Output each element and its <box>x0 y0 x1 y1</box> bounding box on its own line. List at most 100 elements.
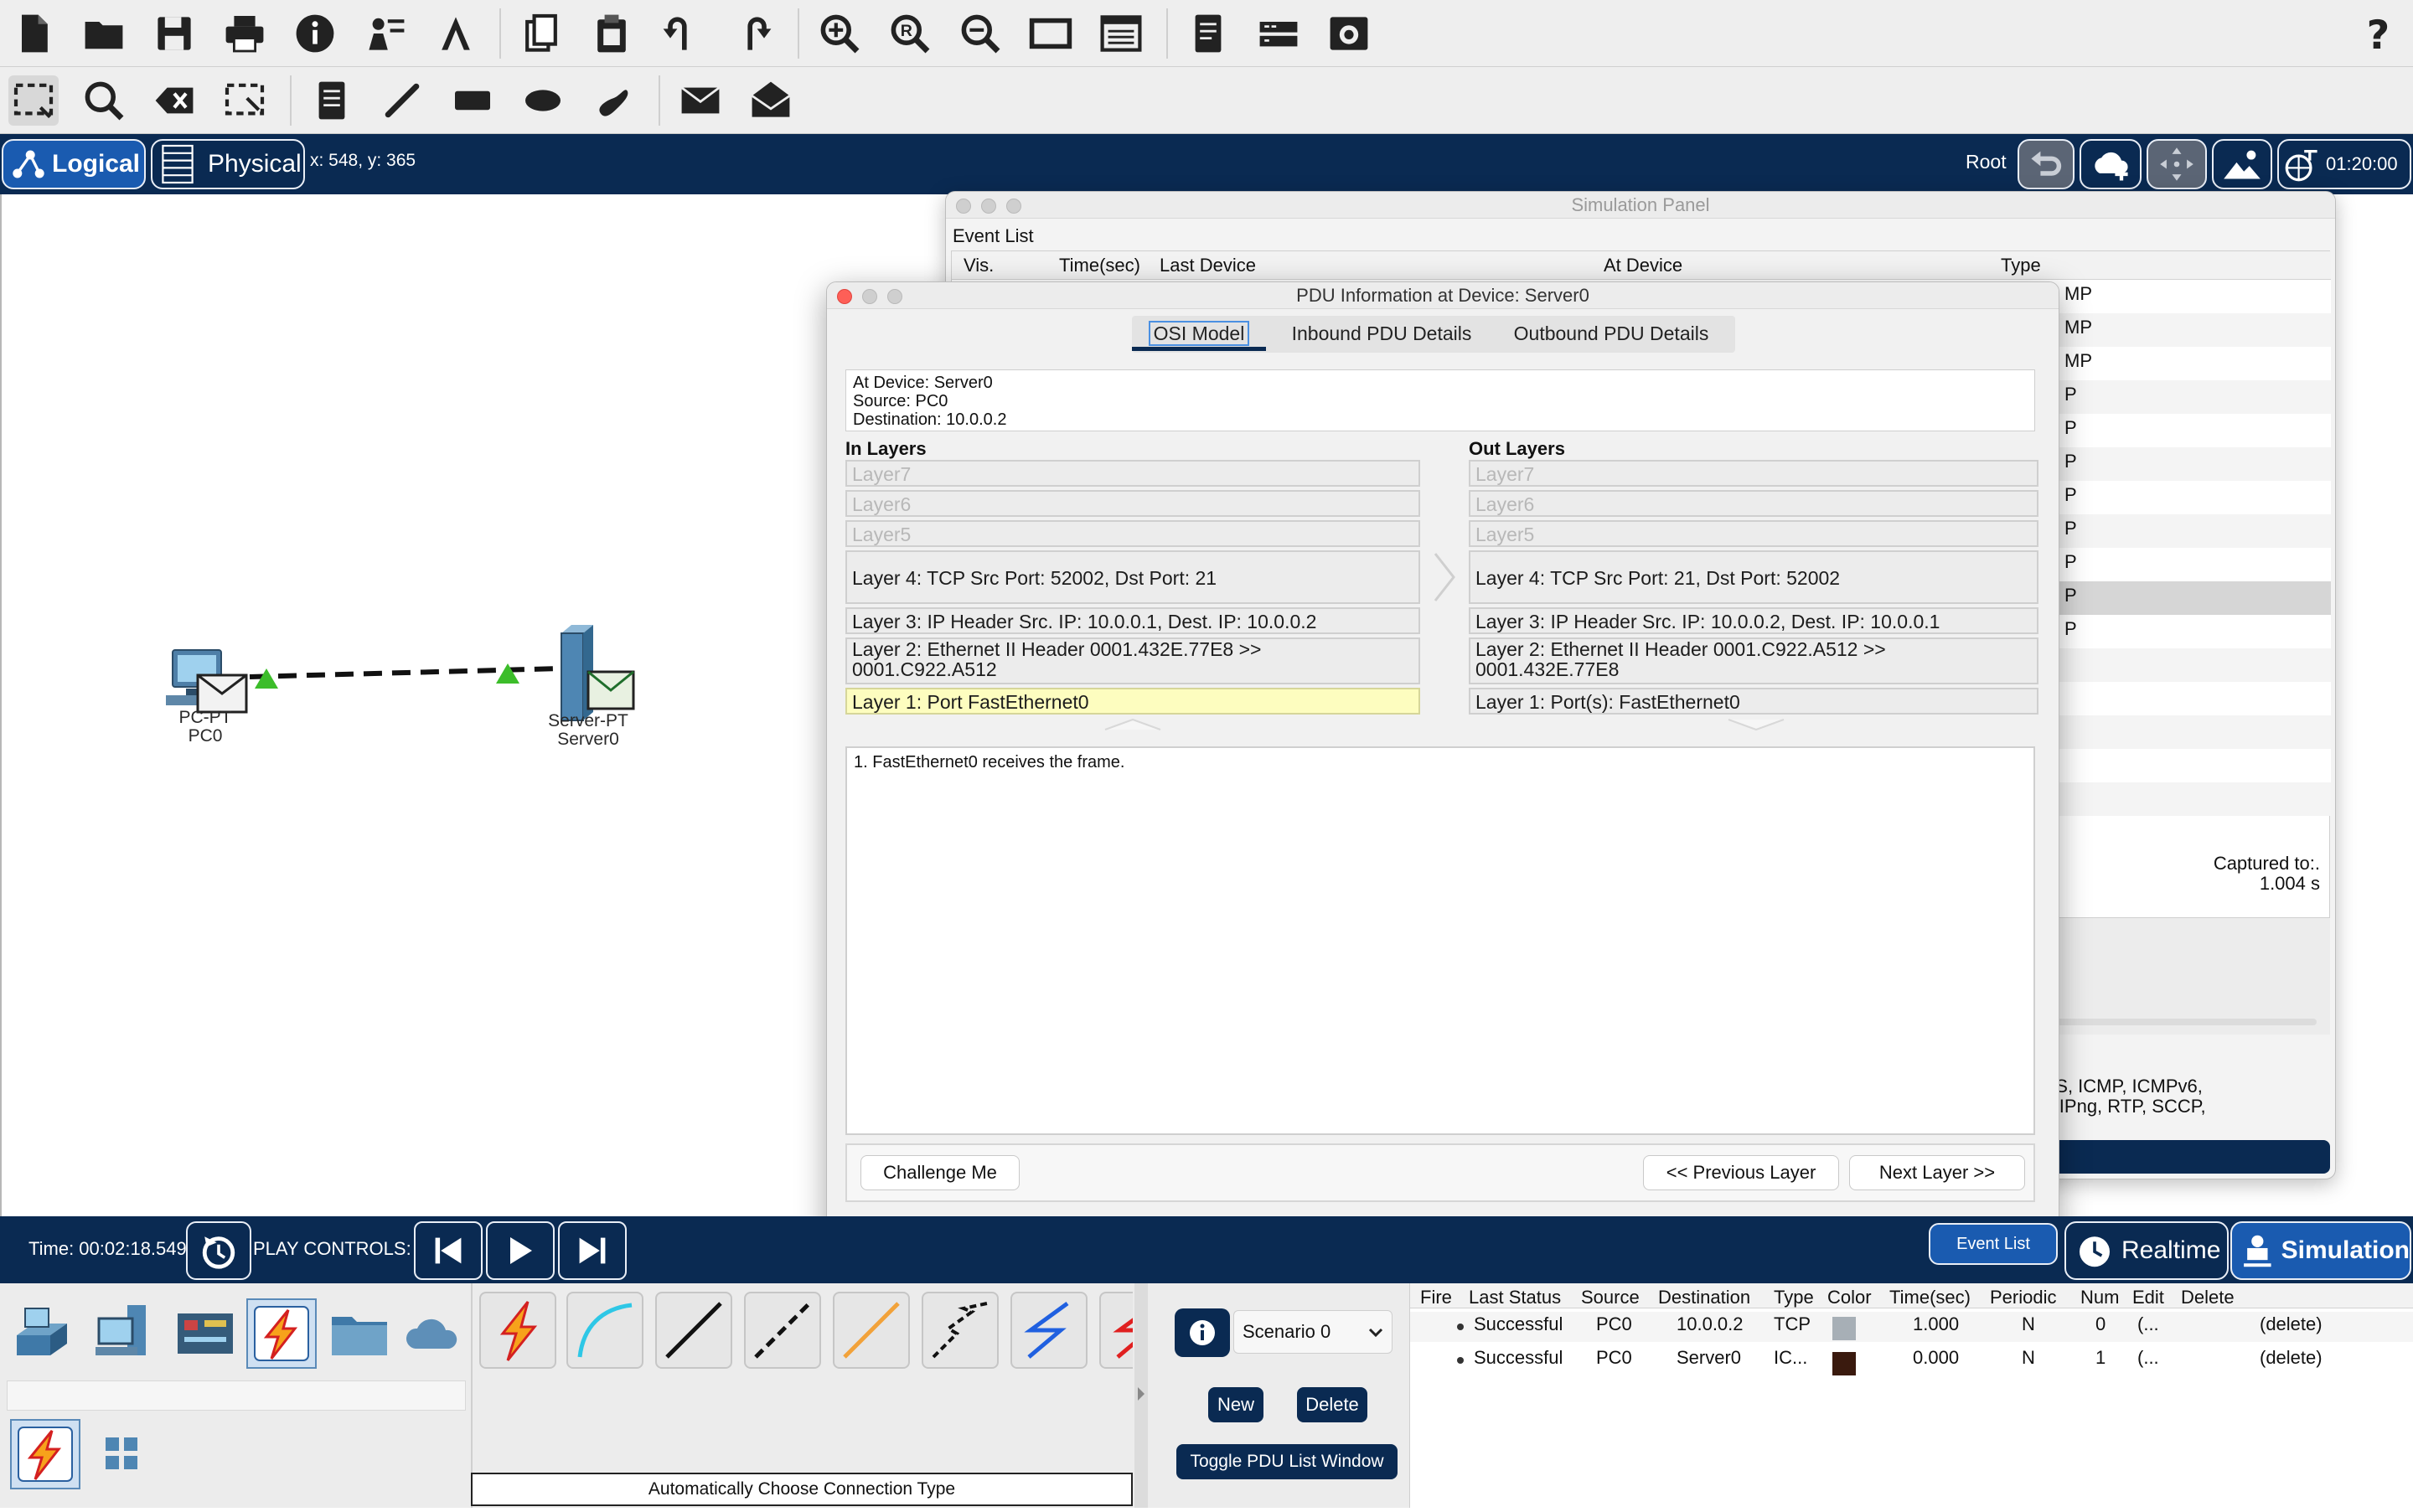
set-background-button[interactable] <box>2212 139 2272 189</box>
pdu-list-row[interactable]: Successful PC0 10.0.0.2 TCP 1.000 N 0 (.… <box>1410 1312 2413 1342</box>
pdu-list-row[interactable]: Successful PC0 Server0 IC... 0.000 N 1 (… <box>1410 1344 2413 1377</box>
out-layer-1[interactable]: Layer 1: Port(s): FastEthernet0 <box>1469 688 2038 715</box>
step-back-button[interactable] <box>414 1221 483 1280</box>
crossover-cable-button[interactable] <box>744 1292 821 1369</box>
straight-through-cable-button[interactable] <box>655 1292 732 1369</box>
draw-ellipse-icon[interactable] <box>518 75 568 126</box>
select-icon[interactable] <box>8 75 59 126</box>
col-source[interactable]: Source <box>1581 1287 1640 1308</box>
freeform-icon[interactable] <box>588 75 638 126</box>
drawing-palette-icon[interactable] <box>1026 8 1076 59</box>
in-layer-5[interactable]: Layer5 <box>845 520 1420 547</box>
zoom-reset-icon[interactable]: R <box>885 8 935 59</box>
col-last-device[interactable]: Last Device <box>1160 255 1256 276</box>
activity-wizard-icon[interactable] <box>360 8 411 59</box>
zoom-in-icon[interactable] <box>814 8 865 59</box>
col-time[interactable]: Time(sec) <box>1889 1287 1971 1308</box>
draw-line-icon[interactable] <box>377 75 427 126</box>
col-type[interactable]: Type <box>2001 255 2041 276</box>
console-cable-button[interactable] <box>566 1292 643 1369</box>
col-color[interactable]: Color <box>1827 1287 1872 1308</box>
close-icon[interactable] <box>956 199 971 214</box>
scenario-select[interactable]: Scenario 0 <box>1233 1310 1393 1354</box>
zoom-icon[interactable] <box>1006 199 1021 214</box>
clock-button[interactable]: 01:20:00 <box>2277 139 2411 189</box>
out-layer-3[interactable]: Layer 3: IP Header Src. IP: 10.0.0.2, De… <box>1469 607 2038 634</box>
back-button[interactable] <box>2018 139 2075 189</box>
end-devices-category[interactable] <box>94 1302 156 1365</box>
paste-icon[interactable] <box>586 8 637 59</box>
auto-connection-button[interactable] <box>479 1292 556 1369</box>
pdu-delete-link[interactable]: (delete) <box>2260 1347 2323 1369</box>
col-destination[interactable]: Destination <box>1658 1287 1750 1308</box>
zoom-icon[interactable] <box>887 289 902 304</box>
out-layer-6[interactable]: Layer6 <box>1469 490 2038 517</box>
resize-shape-icon[interactable] <box>220 75 270 126</box>
col-vis[interactable]: Vis. <box>964 255 994 276</box>
inspect-icon[interactable] <box>79 75 129 126</box>
simulation-panel-titlebar[interactable]: Simulation Panel <box>946 192 2335 219</box>
out-layer-4[interactable]: Layer 4: TCP Src Port: 21, Dst Port: 520… <box>1469 550 2038 604</box>
custom-device-dialog-icon[interactable] <box>1096 8 1146 59</box>
col-time[interactable]: Time(sec) <box>1059 255 1140 276</box>
redo-icon[interactable] <box>727 8 778 59</box>
reset-time-button[interactable] <box>186 1221 251 1280</box>
fiber-cable-button[interactable] <box>833 1292 910 1369</box>
copy-icon[interactable] <box>516 8 566 59</box>
grid-view-icon[interactable] <box>99 1431 144 1476</box>
previous-layer-button[interactable]: << Previous Layer <box>1643 1155 1839 1190</box>
physical-mode-button[interactable]: Physical <box>151 139 305 189</box>
in-layer-7[interactable]: Layer7 <box>845 460 1420 487</box>
delete-scenario-button[interactable]: Delete <box>1297 1387 1367 1422</box>
multiuser-connection-category[interactable] <box>402 1302 464 1365</box>
connections-subtype-selected[interactable] <box>10 1419 80 1489</box>
in-layer-6[interactable]: Layer6 <box>845 490 1420 517</box>
in-layer-4[interactable]: Layer 4: TCP Src Port: 52002, Dst Port: … <box>845 550 1420 604</box>
scenario-info-button[interactable] <box>1175 1308 1230 1357</box>
out-layer-5[interactable]: Layer5 <box>1469 520 2038 547</box>
move-object-button[interactable] <box>2147 139 2207 189</box>
undo-icon[interactable] <box>657 8 707 59</box>
close-icon[interactable] <box>837 289 852 304</box>
pdu-delete-link[interactable]: (delete) <box>2260 1313 2323 1335</box>
step-forward-button[interactable] <box>558 1221 627 1280</box>
network-info-icon[interactable] <box>1324 8 1374 59</box>
col-periodic[interactable]: Periodic <box>1990 1287 2056 1308</box>
col-num[interactable]: Num <box>2080 1287 2119 1308</box>
toggle-pdu-list-button[interactable]: Toggle PDU List Window <box>1176 1444 1398 1479</box>
simulation-mode-button[interactable]: Simulation <box>2230 1221 2411 1280</box>
fire-indicator-icon[interactable] <box>1455 1320 1465 1334</box>
out-layer-2[interactable]: Layer 2: Ethernet II Header 0001.C922.A5… <box>1469 637 2038 684</box>
col-at-device[interactable]: At Device <box>1604 255 1682 276</box>
phone-cable-button[interactable] <box>922 1292 999 1369</box>
col-type[interactable]: Type <box>1774 1287 1814 1308</box>
miscellaneous-category[interactable] <box>328 1302 390 1365</box>
out-layer-7[interactable]: Layer7 <box>1469 460 2038 487</box>
event-list-toggle-button[interactable]: Event List <box>1929 1223 2058 1265</box>
help-icon[interactable]: ? <box>2354 8 2405 59</box>
fire-indicator-icon[interactable] <box>1455 1354 1465 1367</box>
network-devices-category[interactable] <box>12 1302 74 1365</box>
pdu-dialog-titlebar[interactable]: PDU Information at Device: Server0 <box>827 282 2059 309</box>
delete-icon[interactable] <box>149 75 199 126</box>
view-command-log-icon[interactable] <box>1183 8 1233 59</box>
add-simple-pdu-icon[interactable] <box>675 75 726 126</box>
col-fire[interactable]: Fire <box>1420 1287 1452 1308</box>
in-layer-3[interactable]: Layer 3: IP Header Src. IP: 10.0.0.1, De… <box>845 607 1420 634</box>
play-button[interactable] <box>486 1221 555 1280</box>
pdu-edit-link[interactable]: (... <box>2137 1347 2159 1369</box>
info-icon[interactable] <box>290 8 340 59</box>
add-complex-pdu-icon[interactable] <box>746 75 796 126</box>
tab-outbound-pdu-details[interactable]: Outbound PDU Details <box>1497 316 1725 351</box>
coaxial-cable-button[interactable] <box>1010 1292 1088 1369</box>
minimize-icon[interactable] <box>981 199 996 214</box>
open-folder-icon[interactable] <box>79 8 129 59</box>
next-layer-button[interactable]: Next Layer >> <box>1849 1155 2025 1190</box>
place-note-icon[interactable] <box>307 75 357 126</box>
custom-devices-icon[interactable] <box>431 8 481 59</box>
physical-device-icon[interactable] <box>1253 8 1304 59</box>
col-last-status[interactable]: Last Status <box>1469 1287 1561 1308</box>
panel-splitter[interactable] <box>1134 1283 1148 1508</box>
serial-cable-button[interactable] <box>1099 1292 1133 1369</box>
tab-inbound-pdu-details[interactable]: Inbound PDU Details <box>1276 316 1487 351</box>
